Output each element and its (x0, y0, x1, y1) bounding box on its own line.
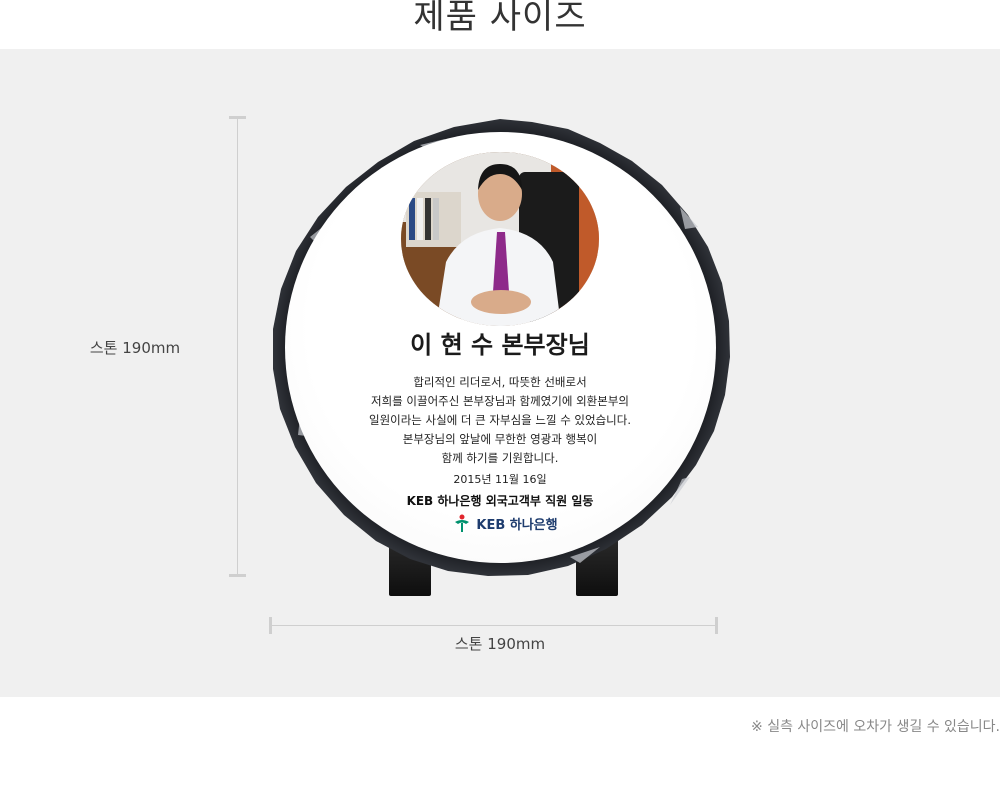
bank-logo: KEB 하나은행 (445, 512, 565, 534)
height-dimension-label: 스톤 190mm (89, 339, 181, 357)
bank-logo-text: KEB 하나은행 (476, 517, 558, 533)
plaque-sender: KEB 하나은행 외국고객부 직원 일동 (406, 494, 594, 508)
message-line: 합리적인 리더로서, 따뜻한 선배로서 (413, 375, 587, 389)
height-dimension-cap-bottom (229, 574, 246, 577)
width-dimension-cap-right (715, 617, 718, 634)
width-dimension-line (271, 625, 717, 626)
recipient-name: 이 현 수 본부장님 (410, 330, 590, 359)
plaque-date: 2015년 11월 16일 (453, 473, 547, 486)
plaque-message: 합리적인 리더로서, 따뜻한 선배로서 저희를 이끌어주신 본부장님과 함께였기… (340, 373, 660, 468)
height-dimension-line (237, 118, 238, 576)
width-dimension-label: 스톤 190mm (454, 635, 546, 653)
width-dimension-cap-left (269, 617, 272, 634)
keb-hana-logo-icon (455, 514, 470, 532)
size-disclaimer: ※ 실측 사이즈에 오차가 생길 수 있습니다. (751, 719, 1000, 735)
page-title: 제품 사이즈 (413, 0, 587, 37)
message-line: 함께 하기를 기원합니다. (441, 451, 559, 465)
message-line: 저희를 이끌어주신 본부장님과 함께였기에 외환본부의 (371, 394, 629, 408)
message-line: 본부장님의 앞날에 무한한 영광과 행복이 (402, 432, 598, 446)
height-dimension-cap-top (229, 116, 246, 119)
message-line: 일원이라는 사실에 더 큰 자부심을 느낄 수 있었습니다. (368, 413, 631, 427)
portrait-photo (401, 152, 599, 326)
